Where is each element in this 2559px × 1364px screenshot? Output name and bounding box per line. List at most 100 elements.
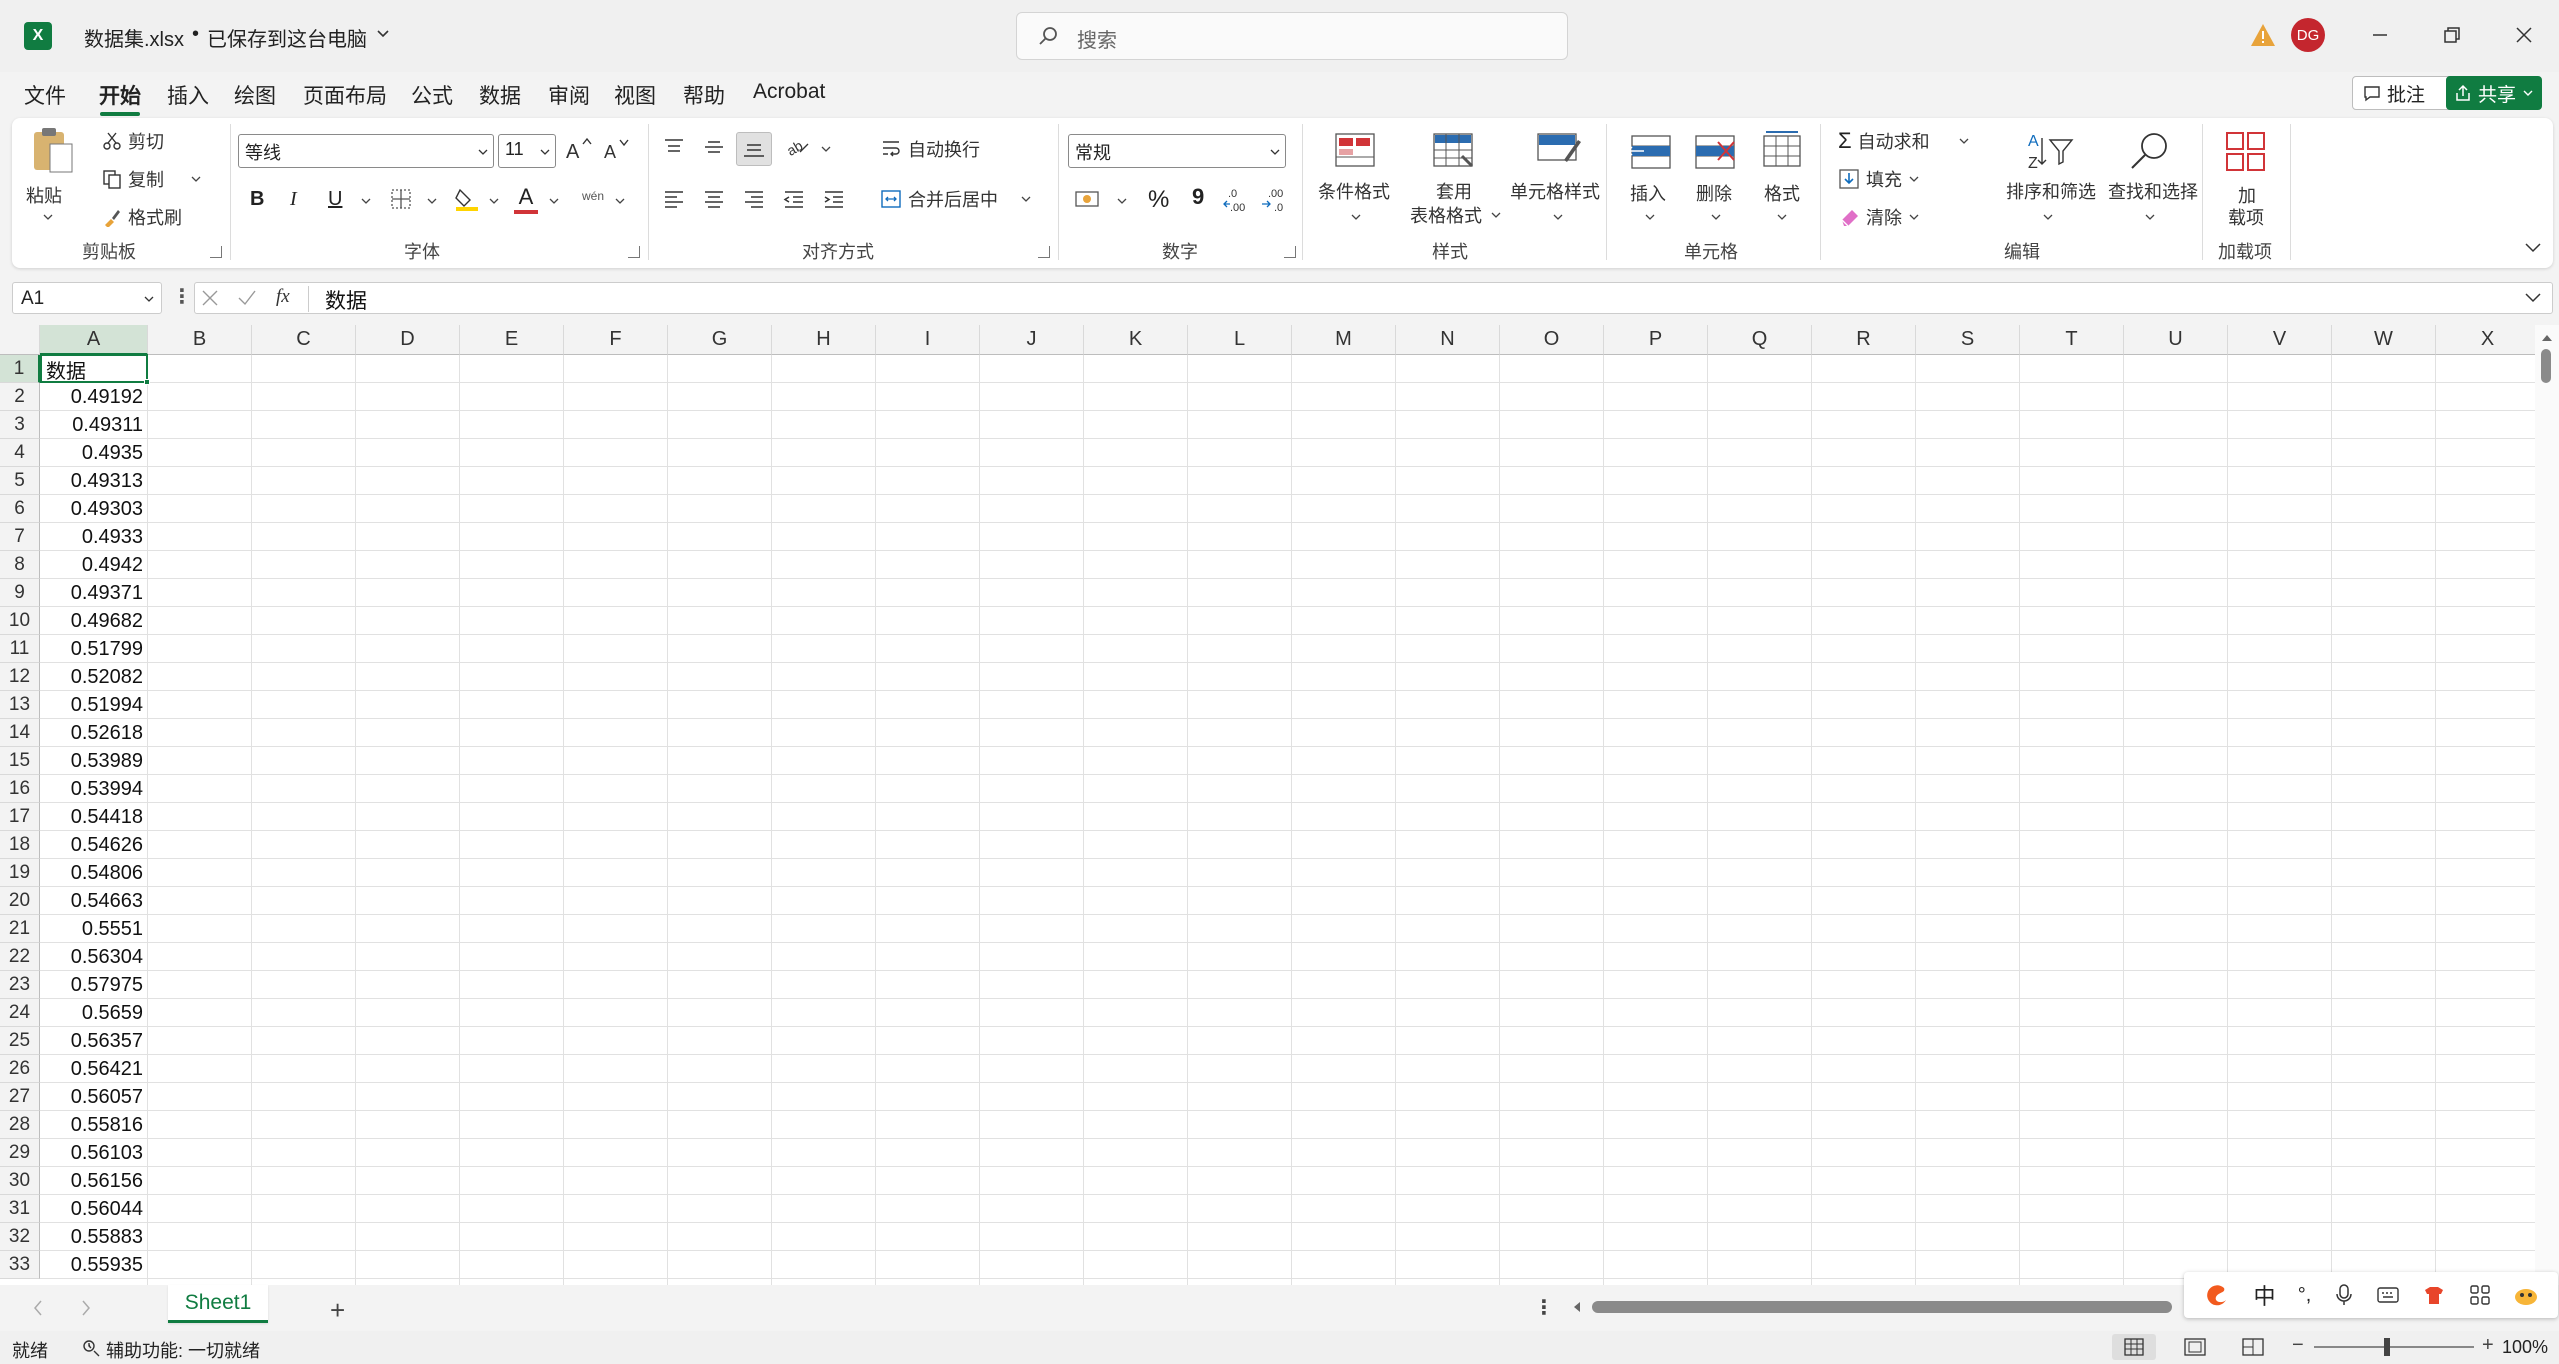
cell-a-value[interactable]: 0.53989: [40, 747, 148, 775]
row-header[interactable]: 1: [0, 355, 40, 383]
zoom-in-icon[interactable]: +: [2482, 1334, 2494, 1357]
increase-decimal-icon[interactable]: .0.00: [1222, 186, 1252, 214]
percent-button[interactable]: %: [1148, 186, 1169, 214]
scroll-left-icon[interactable]: [1572, 1301, 1582, 1313]
horizontal-scroll-thumb[interactable]: [1592, 1301, 2172, 1313]
conditional-formatting-button[interactable]: 条件格式: [1312, 126, 1398, 236]
row-header[interactable]: 11: [0, 635, 40, 663]
cell-a-value[interactable]: 0.49371: [40, 579, 148, 607]
warning-icon[interactable]: [2250, 22, 2276, 48]
row-header[interactable]: 23: [0, 971, 40, 999]
column-header[interactable]: B: [148, 325, 252, 355]
decrease-font-icon[interactable]: A: [602, 136, 632, 164]
phonetic-button[interactable]: wén: [580, 184, 606, 206]
insert-function-button[interactable]: fx: [276, 286, 290, 308]
row-header[interactable]: 19: [0, 859, 40, 887]
cell-a-value[interactable]: 0.56156: [40, 1167, 148, 1195]
menu-help[interactable]: 帮助: [683, 80, 725, 110]
increase-font-icon[interactable]: A: [564, 136, 594, 164]
accessibility-status[interactable]: 辅助功能: 一切就绪: [106, 1337, 260, 1363]
align-right-icon[interactable]: [742, 188, 766, 210]
row-header[interactable]: 3: [0, 411, 40, 439]
more-options-icon[interactable]: ⋮: [1534, 1295, 1554, 1320]
column-header[interactable]: S: [1916, 325, 2020, 355]
cell-a-value[interactable]: 0.56304: [40, 943, 148, 971]
number-format-select[interactable]: 常规: [1068, 134, 1286, 168]
row-header[interactable]: 30: [0, 1167, 40, 1195]
column-header[interactable]: G: [668, 325, 772, 355]
cell-a-value[interactable]: 0.54626: [40, 831, 148, 859]
orientation-icon[interactable]: ab: [784, 134, 810, 158]
name-box[interactable]: A1: [12, 282, 162, 314]
grid-menu-icon[interactable]: [2469, 1284, 2491, 1306]
alignment-launcher-icon[interactable]: [1038, 246, 1050, 258]
row-header[interactable]: 20: [0, 887, 40, 915]
sort-filter-button[interactable]: AZ 排序和筛选: [1996, 126, 2096, 236]
borders-icon[interactable]: [390, 188, 412, 210]
column-header[interactable]: U: [2124, 325, 2228, 355]
addins-button[interactable]: 加 载项: [2210, 126, 2280, 236]
row-header[interactable]: 5: [0, 467, 40, 495]
bold-button[interactable]: B: [250, 188, 264, 211]
increase-indent-icon[interactable]: [822, 188, 846, 210]
fill-button[interactable]: 填充: [1838, 166, 1920, 192]
row-header[interactable]: 25: [0, 1027, 40, 1055]
column-header[interactable]: A: [40, 325, 148, 355]
cell-a-value[interactable]: 0.4933: [40, 523, 148, 551]
cell-a-value[interactable]: 0.51799: [40, 635, 148, 663]
column-header[interactable]: R: [1812, 325, 1916, 355]
search-input[interactable]: 搜索: [1016, 12, 1568, 60]
copy-button[interactable]: 复制: [102, 166, 202, 192]
menu-file[interactable]: 文件: [24, 80, 66, 110]
column-header[interactable]: O: [1500, 325, 1604, 355]
align-left-icon[interactable]: [662, 188, 686, 210]
cell-a-value[interactable]: 0.56357: [40, 1027, 148, 1055]
row-header[interactable]: 6: [0, 495, 40, 523]
menu-insert[interactable]: 插入: [167, 80, 209, 110]
cell-a-value[interactable]: 0.4935: [40, 439, 148, 467]
menu-view[interactable]: 视图: [614, 80, 656, 110]
chevron-down-icon[interactable]: [614, 196, 626, 206]
cell-a-value[interactable]: 0.54418: [40, 803, 148, 831]
vertical-scroll-thumb[interactable]: [2541, 349, 2551, 383]
column-header[interactable]: I: [876, 325, 980, 355]
row-header[interactable]: 14: [0, 719, 40, 747]
menu-data[interactable]: 数据: [479, 80, 521, 110]
cell-a-value[interactable]: 0.56057: [40, 1083, 148, 1111]
cell-a-value[interactable]: 0.55935: [40, 1251, 148, 1279]
row-header[interactable]: 21: [0, 915, 40, 943]
cell-a-value[interactable]: 0.52082: [40, 663, 148, 691]
add-sheet-icon[interactable]: +: [330, 1295, 345, 1326]
row-header[interactable]: 2: [0, 383, 40, 411]
normal-view-button[interactable]: [2112, 1334, 2156, 1360]
sheet-tab-sheet1[interactable]: Sheet1: [168, 1285, 268, 1323]
cell-a-value[interactable]: 0.5551: [40, 915, 148, 943]
delete-cells-button[interactable]: 删除: [1686, 126, 1746, 236]
select-all-corner[interactable]: [0, 325, 40, 355]
decrease-indent-icon[interactable]: [782, 188, 806, 210]
column-header[interactable]: H: [772, 325, 876, 355]
column-header[interactable]: W: [2332, 325, 2436, 355]
cell-a-value[interactable]: 0.49311: [40, 411, 148, 439]
mascot-icon[interactable]: [2513, 1283, 2539, 1307]
italic-button[interactable]: I: [290, 188, 297, 211]
fill-handle[interactable]: [144, 379, 150, 385]
chevron-down-icon[interactable]: [488, 196, 500, 206]
scroll-up-icon[interactable]: [2541, 333, 2553, 343]
close-icon[interactable]: [2514, 25, 2534, 45]
next-sheet-icon[interactable]: [80, 1299, 92, 1317]
font-size-select[interactable]: 11: [498, 134, 556, 168]
column-header[interactable]: X: [2436, 325, 2540, 355]
keyboard-icon[interactable]: [2376, 1285, 2400, 1305]
align-top-icon[interactable]: [662, 136, 686, 158]
find-select-button[interactable]: 查找和选择: [2096, 126, 2198, 236]
row-header[interactable]: 33: [0, 1251, 40, 1279]
collapse-ribbon-icon[interactable]: [2524, 240, 2542, 254]
clear-button[interactable]: 清除: [1838, 204, 1920, 230]
cell-a-value[interactable]: 0.56044: [40, 1195, 148, 1223]
row-header[interactable]: 13: [0, 691, 40, 719]
cell-a-value[interactable]: 0.54806: [40, 859, 148, 887]
microphone-icon[interactable]: [2334, 1283, 2354, 1307]
document-title[interactable]: 数据集.xlsx • 已保存到这台电脑: [84, 23, 391, 52]
cell-a-value[interactable]: 0.56103: [40, 1139, 148, 1167]
